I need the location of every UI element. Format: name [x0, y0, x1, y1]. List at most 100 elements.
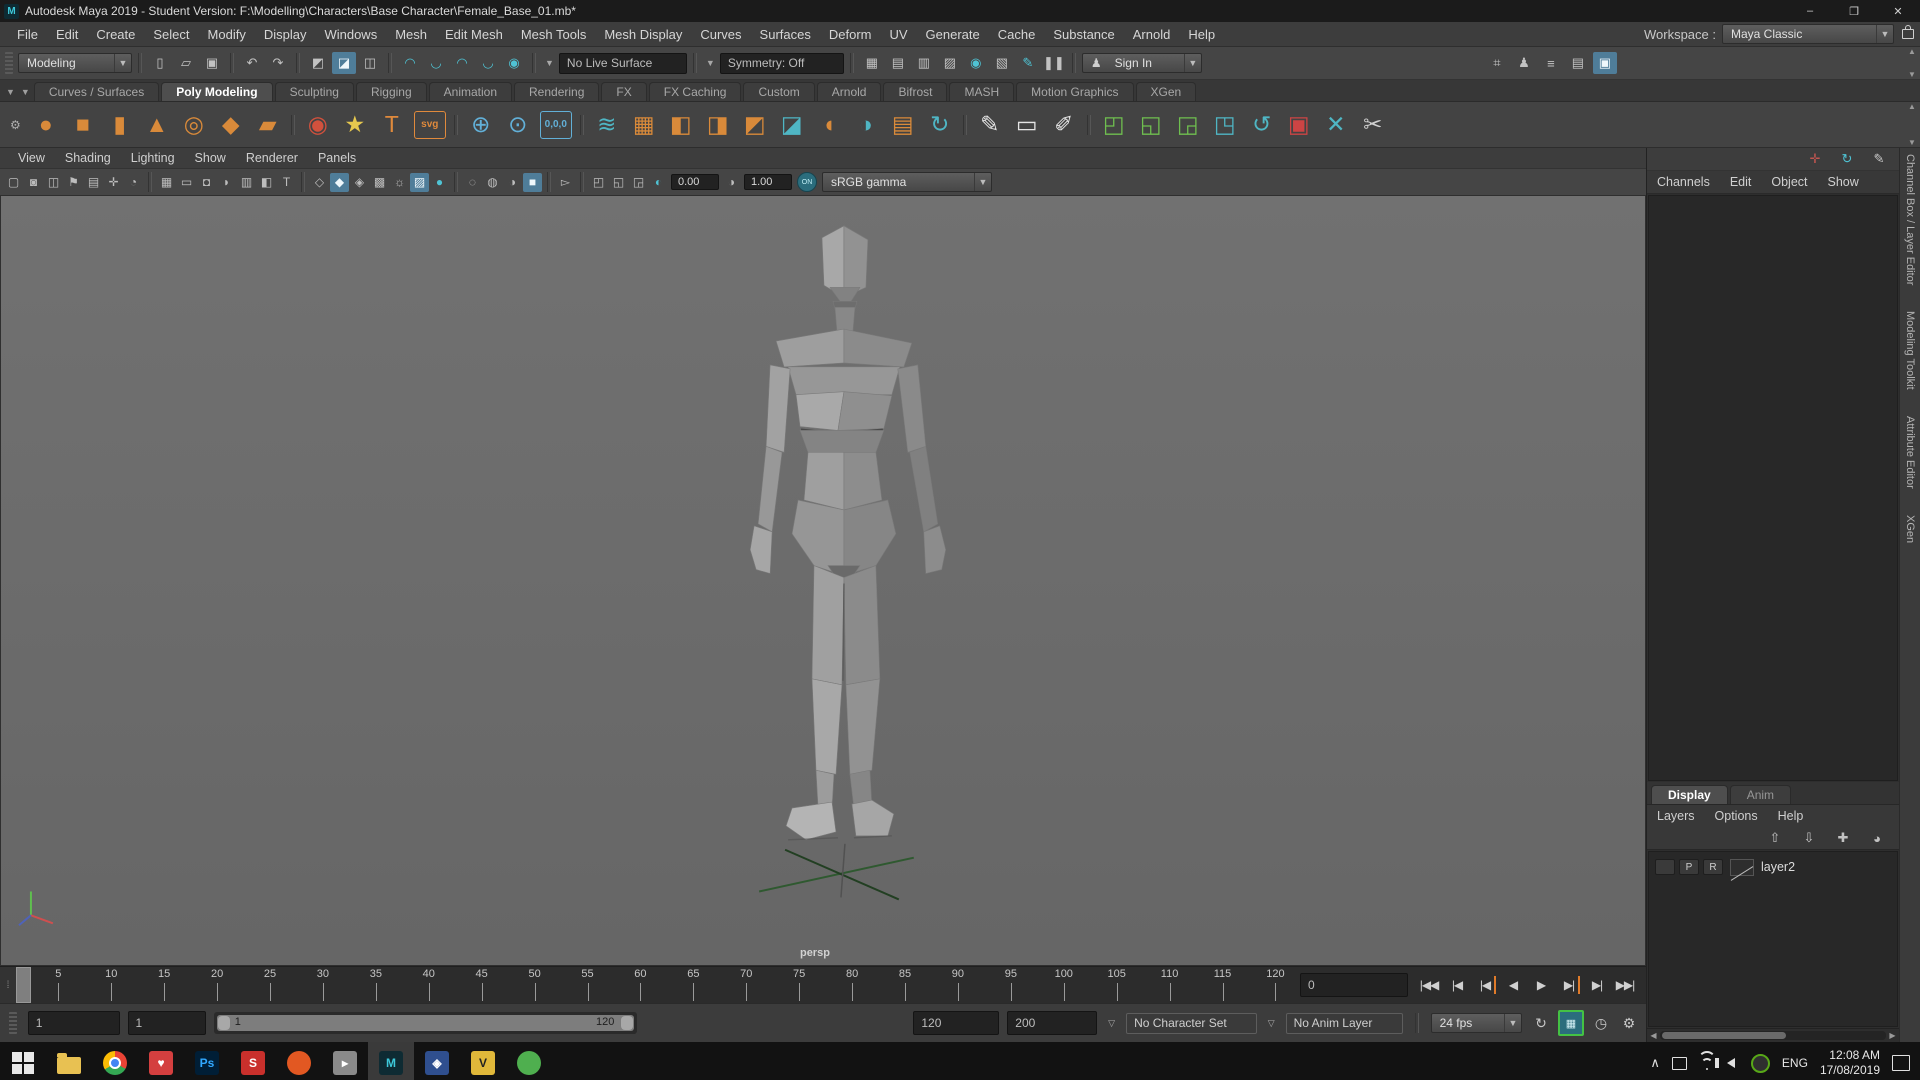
symmetrize-icon[interactable]: ▣	[1281, 107, 1317, 143]
playback-start-field[interactable]: 1	[28, 1011, 120, 1035]
open-scene-icon[interactable]: ▱	[174, 52, 198, 74]
xform-display-icon[interactable]: ✛	[1803, 148, 1827, 170]
render-view-icon[interactable]: ▦	[860, 52, 884, 74]
action-center-icon[interactable]	[1892, 1055, 1910, 1071]
nvidia-tray-icon[interactable]	[1751, 1054, 1770, 1073]
bookmark-icon[interactable]: ⚑	[64, 173, 83, 192]
shadows-icon[interactable]: ▨	[410, 173, 429, 192]
poly-cylinder-icon[interactable]: ▮	[102, 107, 138, 143]
menu-edit[interactable]: Edit	[47, 22, 87, 46]
occlusion-icon[interactable]: ●	[430, 173, 449, 192]
make-live-icon[interactable]: ◉	[502, 52, 526, 74]
range-start-handle[interactable]	[218, 1016, 230, 1030]
drag-handle[interactable]	[9, 1012, 17, 1034]
relax-tool-icon[interactable]: ↺	[1244, 107, 1280, 143]
step-forward-key-button[interactable]: ▶|	[1556, 973, 1582, 997]
menu-uv[interactable]: UV	[880, 22, 916, 46]
ipr-render-icon[interactable]: ▤	[886, 52, 910, 74]
render-sequence-icon[interactable]: ▨	[938, 52, 962, 74]
select-camera-icon[interactable]: ▢	[4, 173, 23, 192]
mirror-icon[interactable]: ◑	[848, 107, 884, 143]
go-to-end-button[interactable]: ▶▶|	[1612, 973, 1638, 997]
current-time-marker[interactable]	[16, 967, 31, 1003]
layer-add-selected-icon[interactable]: ◕	[1865, 827, 1889, 849]
textured-mode-icon[interactable]: ▩	[370, 173, 389, 192]
smooth-target-icon[interactable]: ◳	[1207, 107, 1243, 143]
select-hierarchy-icon[interactable]: ◩	[306, 52, 330, 74]
outliner-toggle-icon[interactable]: ≡	[1539, 52, 1563, 74]
poly-cone-icon[interactable]: ▲	[139, 107, 175, 143]
safe-action-icon[interactable]: ◧	[257, 173, 276, 192]
menu-generate[interactable]: Generate	[917, 22, 989, 46]
taskbar-app-yellow-icon[interactable]: V	[460, 1042, 506, 1080]
layer-editor-menu-layers[interactable]: Layers	[1647, 805, 1705, 827]
spin-edge-icon[interactable]: ↻	[922, 107, 958, 143]
taskbar-file-explorer-icon[interactable]	[46, 1042, 92, 1080]
menu-windows[interactable]: Windows	[315, 22, 386, 46]
render-settings-icon[interactable]: ▥	[912, 52, 936, 74]
free-point-icon[interactable]: ⊙	[500, 107, 536, 143]
panel-menu-show[interactable]: Show	[185, 148, 236, 168]
live-surface-field[interactable]: No Live Surface	[559, 53, 687, 74]
vertical-tab-xgen[interactable]: XGen	[1904, 515, 1916, 543]
construction-plane-icon[interactable]: ⊕	[463, 107, 499, 143]
layer-color-swatch[interactable]	[1730, 859, 1754, 876]
new-scene-icon[interactable]: ▯	[148, 52, 172, 74]
menu-arnold[interactable]: Arnold	[1124, 22, 1180, 46]
exposure-field[interactable]: 0.00	[671, 174, 719, 190]
channel-box-menu-object[interactable]: Object	[1761, 171, 1817, 193]
current-frame-field[interactable]: 0	[1300, 973, 1408, 997]
layer-visibility-toggle[interactable]	[1655, 859, 1675, 875]
volume-icon[interactable]: ◍	[483, 173, 502, 192]
scroll-right-icon[interactable]: ▶	[1886, 1031, 1899, 1040]
use-all-lights-icon[interactable]: ☼	[390, 173, 409, 192]
shelf-tab-poly-modeling[interactable]: Poly Modeling	[161, 82, 272, 101]
shelf-tab-motion-graphics[interactable]: Motion Graphics	[1016, 82, 1133, 101]
shelf-tab-fx[interactable]: FX	[601, 82, 646, 101]
statusline-scroll-arrows[interactable]: ▲▼	[1904, 45, 1920, 81]
smooth-shade-icon[interactable]: ◆	[330, 173, 349, 192]
time-slider-grip[interactable]: ⁞	[0, 967, 16, 1003]
time-slider-track[interactable]: 5101520253035404550556065707580859095100…	[16, 967, 1286, 1003]
menu-curves[interactable]: Curves	[691, 22, 750, 46]
flat-shade-icon[interactable]: ◈	[350, 173, 369, 192]
shelf-tab-rigging[interactable]: Rigging	[356, 82, 427, 101]
sidebar-horizontal-scrollbar[interactable]: ◀ ▶	[1647, 1028, 1899, 1042]
tray-chevron-icon[interactable]: ∧	[1650, 1055, 1660, 1071]
menu-mesh[interactable]: Mesh	[386, 22, 436, 46]
modeling-toolkit-toggle-icon[interactable]: ⌗	[1485, 52, 1509, 74]
poly-plane-icon[interactable]: ◆	[213, 107, 249, 143]
character-model[interactable]	[750, 226, 946, 840]
clock[interactable]: 12:08 AM 17/08/2019	[1820, 1048, 1880, 1078]
menu-deform[interactable]: Deform	[820, 22, 881, 46]
camera-attributes-icon[interactable]: ◫	[44, 173, 63, 192]
poly-sphere-icon[interactable]: ●	[28, 107, 64, 143]
svg-tool-icon[interactable]: svg	[414, 111, 446, 139]
menu-substance[interactable]: Substance	[1044, 22, 1123, 46]
layer-move-up-icon[interactable]: ⇧	[1763, 827, 1787, 849]
wireframe-mode-icon[interactable]: ◇	[310, 173, 329, 192]
quad-draw-icon[interactable]: ▭	[1009, 107, 1045, 143]
taskbar-app-red-s-icon[interactable]: S	[230, 1042, 276, 1080]
resolution-gate-icon[interactable]: ◘	[197, 173, 216, 192]
half-res-icon[interactable]: ◑	[503, 173, 522, 192]
step-forward-frame-button[interactable]: ▶|	[1584, 973, 1610, 997]
safe-title-icon[interactable]: T	[277, 173, 296, 192]
poly-cube-icon[interactable]: ■	[65, 107, 101, 143]
taskbar-maya-icon[interactable]: M	[368, 1042, 414, 1080]
connect-icon[interactable]: ✐	[1046, 107, 1082, 143]
play-backwards-button[interactable]: ◀	[1500, 973, 1526, 997]
layer-playback-toggle[interactable]: P	[1679, 859, 1699, 875]
range-slider-track[interactable]: 1 120	[217, 1015, 635, 1031]
select-object-icon[interactable]: ◪	[332, 52, 356, 74]
scroll-left-icon[interactable]: ◀	[1647, 1031, 1660, 1040]
channel-box-empty-area[interactable]	[1648, 195, 1898, 781]
vertical-tab-modeling-toolkit[interactable]: Modeling Toolkit	[1904, 311, 1916, 390]
play-forwards-button[interactable]: ▶	[1528, 973, 1554, 997]
perspective-viewport[interactable]: persp	[0, 196, 1646, 966]
menu-edit-mesh[interactable]: Edit Mesh	[436, 22, 512, 46]
close-button[interactable]: ✕	[1876, 0, 1920, 22]
pause-icon[interactable]: ❚❚	[1042, 52, 1066, 74]
subdivide-icon[interactable]: ▦	[626, 107, 662, 143]
menu-display[interactable]: Display	[255, 22, 316, 46]
